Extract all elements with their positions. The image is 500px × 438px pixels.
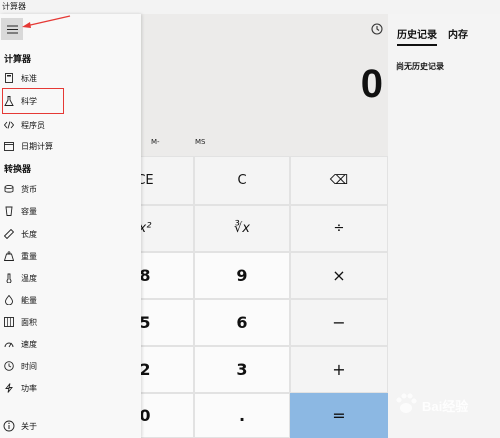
nav-item-label: 科学 — [21, 96, 37, 106]
clear-button[interactable]: C — [194, 156, 290, 205]
plus-button[interactable]: + — [290, 346, 388, 393]
memory-subtract-button[interactable]: M- — [151, 138, 160, 146]
multiply-button[interactable]: × — [290, 252, 388, 299]
currency-icon — [3, 183, 15, 195]
nav-item-speed[interactable]: 速度 — [3, 334, 135, 354]
calendar-icon — [3, 140, 15, 152]
nav-item-weight[interactable]: 重量 — [3, 246, 135, 266]
nav-item-date-calculation[interactable]: 日期计算 — [3, 136, 135, 156]
tab-history[interactable]: 历史记录 — [397, 26, 437, 46]
nav-item-currency[interactable]: 货币 — [3, 179, 135, 199]
title-bar: 计算器 — [0, 0, 500, 14]
watermark: Bai经验 — [392, 390, 496, 418]
area-icon — [3, 316, 15, 328]
nav-item-temperature[interactable]: 温度 — [3, 268, 135, 288]
display-value: 0 — [360, 62, 383, 106]
nav-item-standard[interactable]: 标准 — [3, 68, 135, 88]
decimal-button[interactable]: . — [194, 393, 290, 438]
weight-icon — [3, 250, 15, 262]
nav-item-label: 温度 — [21, 273, 37, 283]
nav-item-label: 面积 — [21, 317, 37, 327]
nav-item-volume[interactable]: 容量 — [3, 201, 135, 221]
nav-item-label: 容量 — [21, 206, 37, 216]
nav-item-label: 速度 — [21, 339, 37, 349]
cube-root-button[interactable]: ∛x — [194, 205, 290, 252]
window-title: 计算器 — [2, 2, 26, 11]
nav-item-programmer[interactable]: 程序员 — [3, 115, 135, 135]
annotation-arrow-icon — [22, 15, 71, 28]
backspace-button[interactable]: ⌫ — [290, 156, 388, 205]
nav-item-area[interactable]: 面积 — [3, 312, 135, 332]
tab-memory[interactable]: 内存 — [448, 26, 468, 41]
ruler-icon — [3, 228, 15, 240]
nav-item-label: 程序员 — [21, 120, 45, 130]
standard-calculator-icon — [3, 72, 15, 84]
minus-button[interactable]: − — [290, 299, 388, 346]
nav-item-label: 时间 — [21, 361, 37, 371]
nav-item-power[interactable]: 功率 — [3, 378, 135, 398]
code-icon — [3, 119, 15, 131]
memory-store-button[interactable]: MS — [195, 138, 205, 146]
digit-6-button[interactable]: 6 — [194, 299, 290, 346]
nav-item-label: 标准 — [21, 73, 37, 83]
nav-item-length[interactable]: 长度 — [3, 224, 135, 244]
nav-item-label: 关于 — [21, 421, 37, 431]
nav-item-time[interactable]: 时间 — [3, 356, 135, 376]
info-icon — [3, 420, 15, 432]
nav-item-about[interactable]: 关于 — [3, 420, 37, 432]
calculator-section-title: 计算器 — [4, 55, 32, 65]
flask-icon — [3, 95, 15, 107]
energy-icon — [3, 294, 15, 306]
digit-9-button[interactable]: 9 — [194, 252, 290, 299]
nav-item-label: 能量 — [21, 295, 37, 305]
equals-button[interactable]: = — [290, 393, 388, 438]
speed-icon — [3, 338, 15, 350]
history-pane — [388, 14, 500, 438]
nav-item-label: 日期计算 — [21, 141, 53, 151]
clock-icon — [3, 360, 15, 372]
paw-icon — [396, 393, 417, 413]
nav-item-energy[interactable]: 能量 — [3, 290, 135, 310]
watermark-text: Bai经验 — [422, 399, 469, 414]
nav-item-scientific[interactable]: 科学 — [2, 88, 64, 114]
hamburger-icon — [6, 25, 18, 33]
nav-item-label: 货币 — [21, 184, 37, 194]
nav-item-label: 长度 — [21, 229, 37, 239]
navigation-drawer: 计算器 标准 科学 程序员 日期计算 转换器 货币 容量 长度 重量 温度 能量 — [0, 14, 141, 438]
volume-icon — [3, 205, 15, 217]
power-icon — [3, 382, 15, 394]
history-icon[interactable] — [370, 22, 384, 36]
nav-item-label: 功率 — [21, 383, 37, 393]
no-history-text: 尚无历史记录 — [396, 62, 444, 71]
converter-section-title: 转换器 — [4, 165, 32, 175]
digit-3-button[interactable]: 3 — [194, 346, 290, 393]
thermometer-icon — [3, 272, 15, 284]
divide-button[interactable]: ÷ — [290, 205, 388, 252]
nav-item-label: 重量 — [21, 251, 37, 261]
